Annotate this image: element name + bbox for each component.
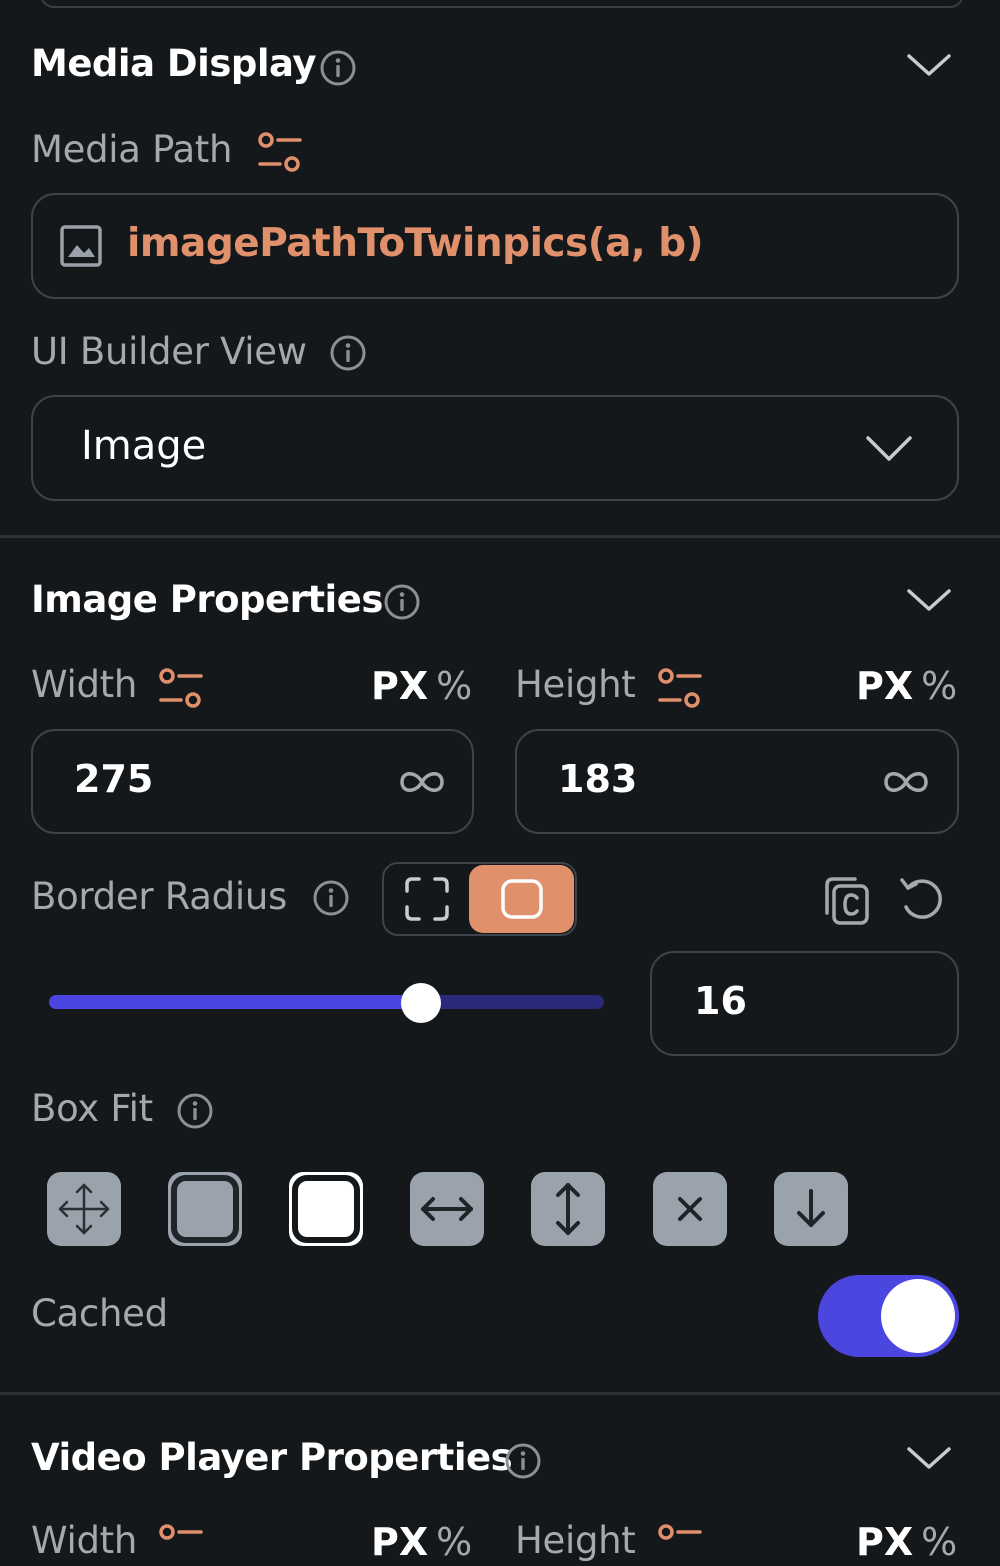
chevron-down-icon[interactable] [905,1443,953,1473]
contain-icon [171,1175,239,1243]
chevron-down-icon[interactable] [905,50,953,80]
info-icon[interactable] [313,880,349,916]
ui-builder-view-label: UI Builder View [31,330,307,373]
unit-px[interactable]: PX [856,664,913,708]
video-width-label: Width [31,1519,137,1562]
unit-px[interactable]: PX [371,1520,428,1564]
video-height-label: Height [515,1519,636,1562]
height-label: Height [515,663,636,706]
info-icon[interactable] [384,584,420,620]
copy-icon[interactable] [819,873,871,927]
move-arrows-icon [58,1183,110,1235]
unit-percent[interactable]: % [921,1520,957,1564]
cached-label: Cached [31,1292,168,1335]
border-radius-slider-thumb[interactable] [400,983,441,1023]
variable-settings-icon[interactable] [656,666,704,710]
video-width-unit-toggle[interactable]: PX% [371,1520,472,1564]
variable-settings-icon[interactable] [157,666,205,710]
corners-all-icon [501,879,543,919]
info-icon[interactable] [177,1093,213,1129]
unit-percent[interactable]: % [921,664,957,708]
box-fit-cover-button[interactable] [289,1172,363,1246]
video-height-unit-toggle[interactable]: PX% [856,1520,957,1564]
border-radius-label: Border Radius [31,875,287,918]
infinity-icon[interactable] [882,766,930,798]
border-radius-value: 16 [694,979,747,1023]
unit-px[interactable]: PX [856,1520,913,1564]
arrow-down-icon [797,1189,825,1227]
height-value: 183 [558,757,638,801]
info-icon[interactable] [505,1443,541,1479]
horizontal-arrows-icon [421,1197,473,1221]
media-display-title: Media Display [31,42,316,85]
image-properties-title: Image Properties [31,578,383,621]
infinity-icon[interactable] [398,766,446,798]
height-unit-toggle[interactable]: PX% [856,664,957,708]
box-fit-contain-button[interactable] [168,1172,242,1246]
info-icon[interactable] [330,335,366,371]
unit-percent[interactable]: % [436,664,472,708]
chevron-down-icon[interactable] [864,432,914,466]
video-player-properties-title: Video Player Properties [31,1436,513,1479]
vertical-arrows-icon [556,1183,580,1235]
box-fit-label: Box Fit [31,1087,153,1130]
section-divider [0,535,1000,538]
box-fit-fill-button[interactable] [47,1172,121,1246]
cached-toggle[interactable] [818,1275,959,1357]
reset-icon[interactable] [898,874,946,924]
previous-field-edge [40,0,964,8]
box-fit-none-button[interactable] [653,1172,727,1246]
ui-builder-view-value: Image [81,423,207,469]
media-path-label: Media Path [31,128,233,171]
unit-px[interactable]: PX [371,664,428,708]
info-icon[interactable] [320,50,356,86]
border-radius-slider-fill [49,995,421,1009]
width-unit-toggle[interactable]: PX% [371,664,472,708]
section-divider [0,1392,1000,1395]
width-label: Width [31,663,137,706]
corners-all-button[interactable] [469,865,574,933]
cover-icon [292,1175,360,1243]
variable-settings-icon[interactable] [656,1522,704,1566]
box-fit-width-button[interactable] [410,1172,484,1246]
media-path-value: imagePathToTwinpics(a, b) [127,221,704,266]
image-icon [60,225,102,267]
variable-settings-icon[interactable] [256,130,304,174]
box-fit-scale-down-button[interactable] [774,1172,848,1246]
chevron-down-icon[interactable] [905,585,953,615]
close-icon [678,1197,702,1221]
width-value: 275 [74,757,154,801]
corners-individual-icon[interactable] [404,876,450,922]
variable-settings-icon[interactable] [157,1522,205,1566]
unit-percent[interactable]: % [436,1520,472,1564]
toggle-knob [881,1279,955,1353]
box-fit-height-button[interactable] [531,1172,605,1246]
